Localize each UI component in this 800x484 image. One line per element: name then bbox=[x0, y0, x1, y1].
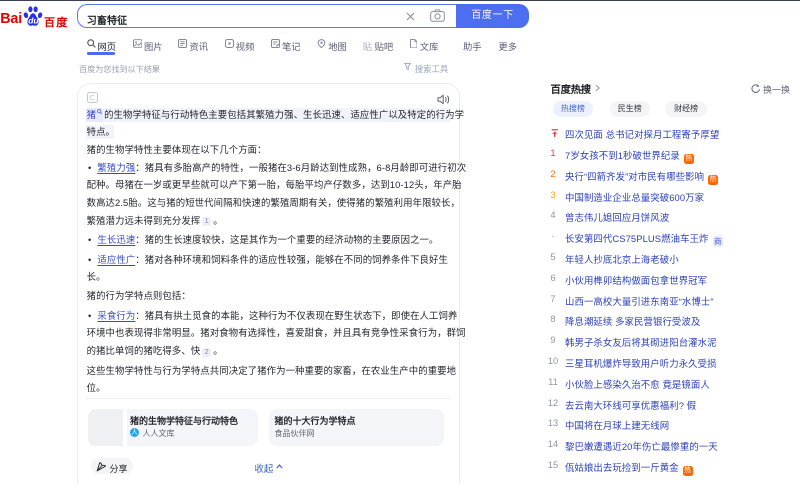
svg-text:du: du bbox=[28, 15, 39, 25]
